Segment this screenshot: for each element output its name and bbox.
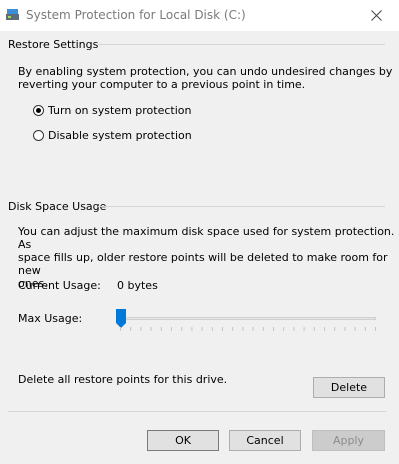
slider-ticks (120, 327, 376, 331)
apply-button[interactable]: Apply (312, 430, 385, 451)
radio-button-checked[interactable] (33, 105, 44, 116)
disk-space-divider (98, 206, 385, 207)
radio-turn-on[interactable]: Turn on system protection (33, 104, 191, 117)
delete-description: Delete all restore points for this drive… (18, 373, 228, 386)
max-usage-slider-thumb[interactable] (116, 309, 126, 328)
footer-divider (8, 411, 386, 412)
system-protection-icon (6, 9, 19, 20)
radio-disable[interactable]: Disable system protection (33, 129, 192, 142)
disk-description-line: space fills up, older restore points wil… (18, 251, 388, 277)
ok-button[interactable]: OK (147, 430, 219, 451)
disk-description-line: You can adjust the maximum disk space us… (18, 225, 395, 251)
disk-space-usage-label: Disk Space Usage (8, 200, 107, 213)
restore-description-line: reverting your computer to a previous po… (18, 78, 306, 91)
cancel-button[interactable]: Cancel (229, 430, 301, 451)
current-usage-value: 0 bytes (117, 279, 158, 292)
restore-description: By enabling system protection, you can u… (18, 65, 392, 91)
window-title: System Protection for Local Disk (C:) (26, 8, 246, 22)
max-usage-label: Max Usage: (18, 312, 83, 325)
restore-settings-label: Restore Settings (8, 38, 99, 51)
close-icon (370, 10, 382, 21)
close-button[interactable] (353, 0, 399, 31)
radio-button-unchecked[interactable] (33, 130, 44, 141)
restore-description-line: By enabling system protection, you can u… (18, 65, 393, 78)
restore-settings-divider (98, 44, 385, 45)
radio-turn-on-label: Turn on system protection (48, 104, 192, 117)
title-bar: System Protection for Local Disk (C:) (0, 0, 399, 31)
max-usage-slider-track[interactable] (120, 317, 376, 320)
current-usage-label: Current Usage: (18, 279, 101, 292)
radio-disable-label: Disable system protection (48, 129, 192, 142)
delete-button[interactable]: Delete (313, 377, 385, 398)
